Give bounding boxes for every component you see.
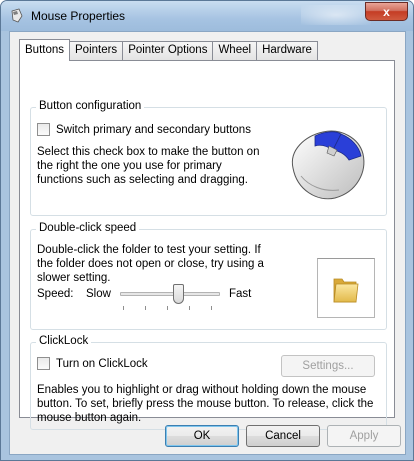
clicklock-checkbox[interactable] bbox=[37, 357, 50, 370]
clicklock-title: ClickLock bbox=[36, 335, 92, 347]
titlebar-glow bbox=[301, 5, 371, 25]
mouse-icon bbox=[11, 8, 23, 23]
button-configuration-title: Button configuration bbox=[36, 100, 145, 112]
speed-label: Speed: bbox=[37, 288, 74, 300]
dialog-client-area: Buttons Pointers Pointer Options Wheel H… bbox=[9, 31, 406, 455]
button-configuration-description: Select this check box to make the button… bbox=[37, 146, 260, 186]
switch-buttons-row[interactable]: Switch primary and secondary buttons bbox=[37, 123, 251, 136]
close-button[interactable]: x bbox=[365, 2, 408, 21]
slow-label: Slow bbox=[86, 288, 111, 300]
test-folder-area[interactable] bbox=[317, 258, 375, 318]
mouse-properties-window: Mouse Properties x Buttons Pointers Poin… bbox=[0, 0, 414, 461]
tab-buttons[interactable]: Buttons bbox=[19, 39, 70, 61]
switch-buttons-label[interactable]: Switch primary and secondary buttons bbox=[56, 124, 251, 136]
switch-buttons-checkbox[interactable] bbox=[37, 123, 50, 136]
clicklock-description: Enables you to highlight or drag without… bbox=[37, 384, 374, 424]
slider-tick bbox=[189, 306, 190, 310]
tab-pointers[interactable]: Pointers bbox=[70, 41, 124, 60]
ok-button[interactable]: OK bbox=[165, 425, 239, 447]
apply-button[interactable]: Apply bbox=[327, 425, 401, 447]
clicklock-group: ClickLock Turn on ClickLock Settings... … bbox=[30, 335, 387, 430]
close-icon: x bbox=[383, 4, 390, 19]
buttons-tab-panel: Button configuration Switch primary and … bbox=[19, 60, 395, 430]
tab-strip: Buttons Pointers Pointer Options Wheel H… bbox=[19, 39, 318, 61]
tab-hardware[interactable]: Hardware bbox=[257, 41, 318, 60]
tab-pointer-options[interactable]: Pointer Options bbox=[123, 41, 214, 60]
clicklock-row[interactable]: Turn on ClickLock bbox=[37, 357, 148, 370]
slider-tick bbox=[123, 306, 124, 310]
slider-tick bbox=[145, 306, 146, 310]
cancel-button[interactable]: Cancel bbox=[246, 425, 320, 447]
tab-wheel[interactable]: Wheel bbox=[213, 41, 258, 60]
button-configuration-group: Button configuration Switch primary and … bbox=[30, 100, 387, 216]
double-click-speed-group: Double-click speed Double-click the fold… bbox=[30, 222, 387, 330]
double-click-speed-slider-thumb[interactable] bbox=[173, 284, 184, 304]
double-click-speed-title: Double-click speed bbox=[36, 222, 140, 234]
slider-tick bbox=[211, 306, 212, 310]
title-bar[interactable]: Mouse Properties x bbox=[1, 1, 413, 31]
folder-icon[interactable] bbox=[332, 274, 360, 304]
clicklock-label[interactable]: Turn on ClickLock bbox=[56, 358, 148, 370]
window-title: Mouse Properties bbox=[31, 9, 126, 23]
double-click-speed-slider-track[interactable] bbox=[120, 292, 220, 296]
mouse-image-icon bbox=[291, 130, 365, 200]
fast-label: Fast bbox=[229, 288, 252, 300]
slider-tick bbox=[167, 306, 168, 310]
clicklock-settings-button[interactable]: Settings... bbox=[281, 355, 375, 377]
double-click-description: Double-click the folder to test your set… bbox=[37, 244, 264, 284]
